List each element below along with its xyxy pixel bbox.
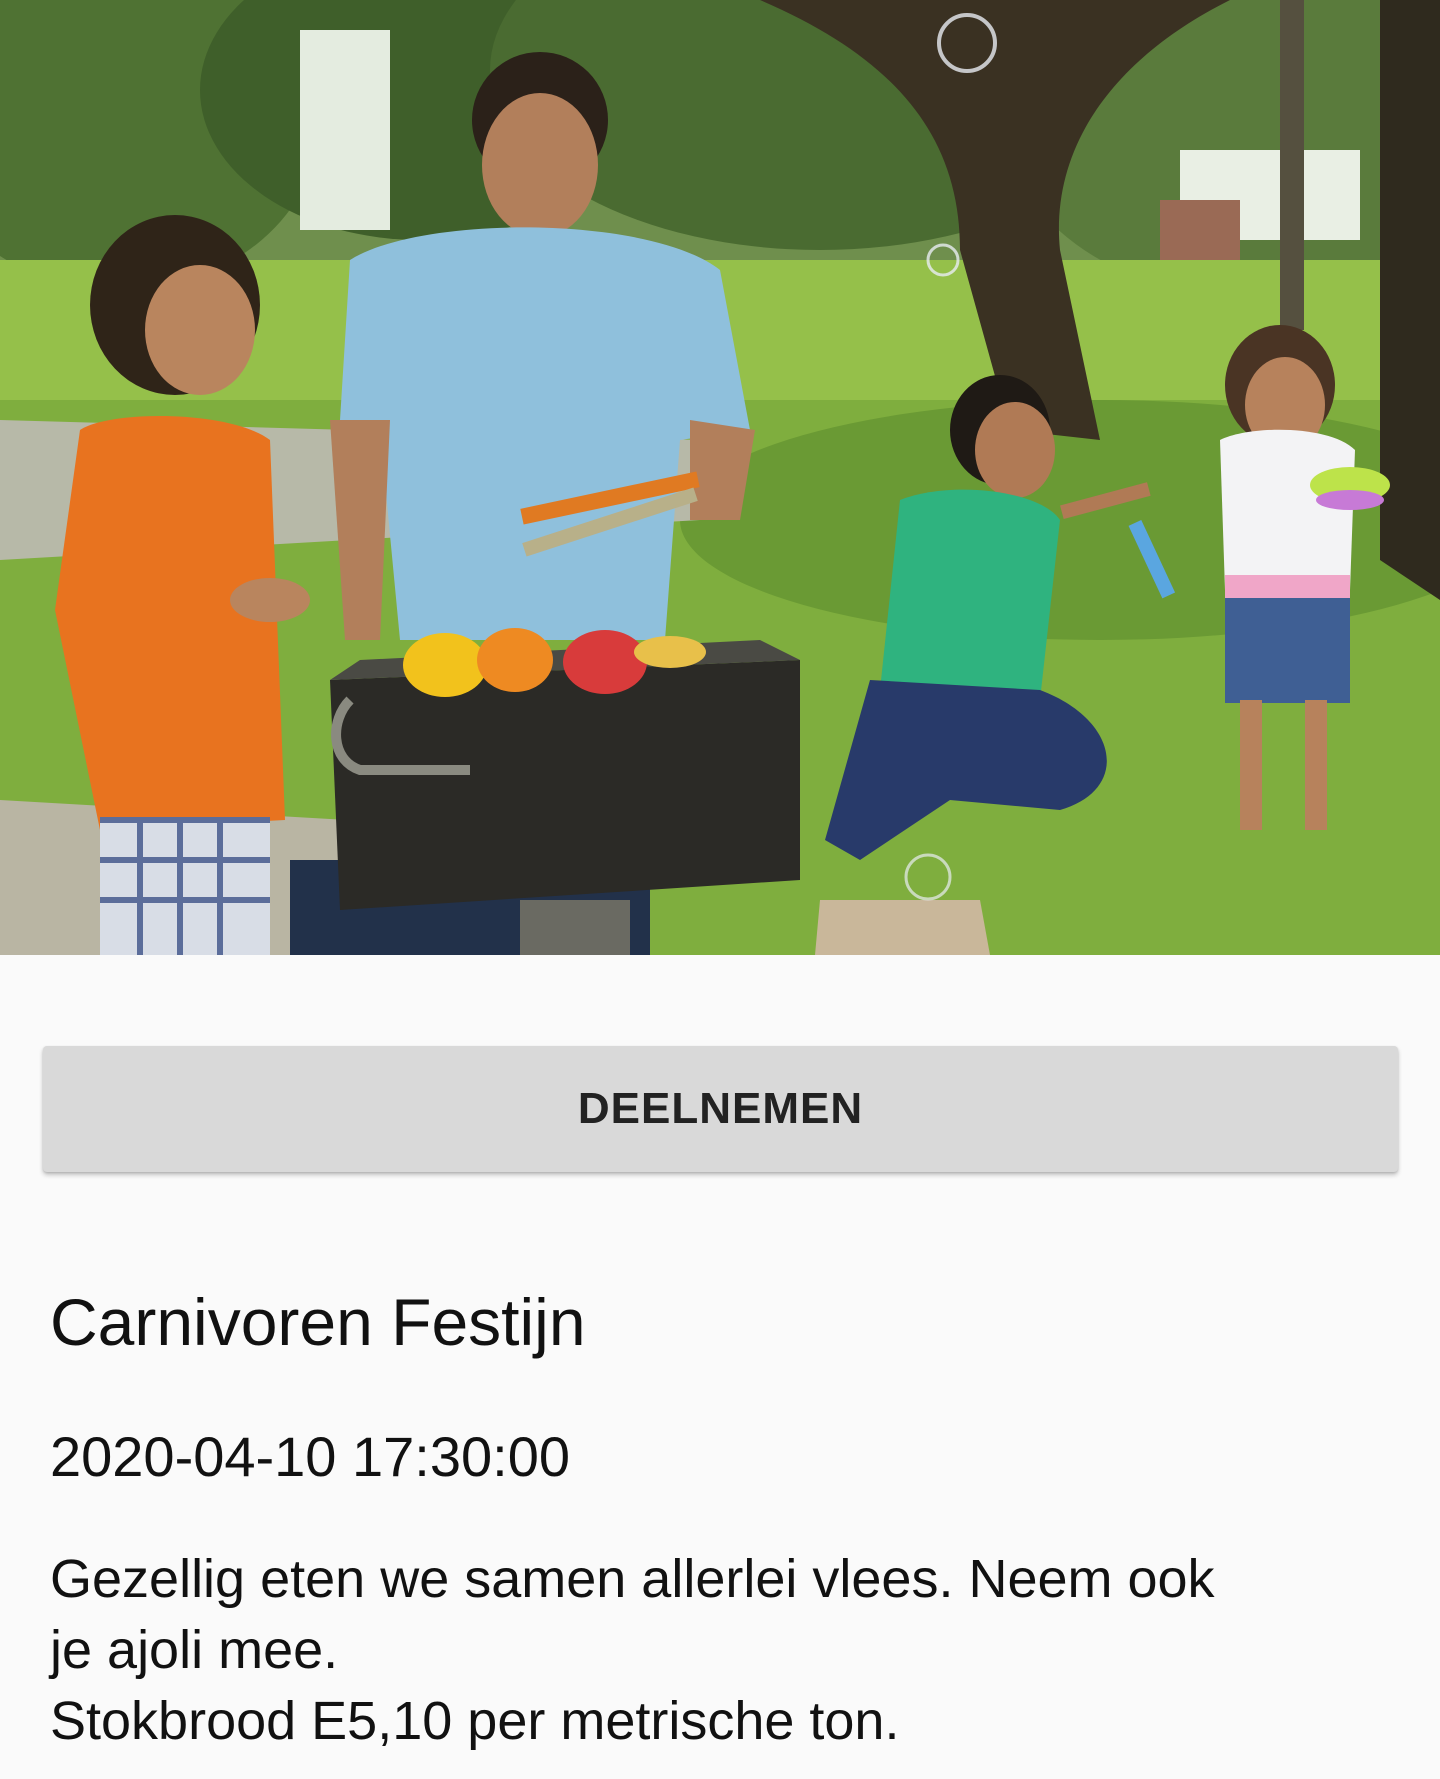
event-title: Carnivoren Festijn <box>50 1285 586 1359</box>
event-description: Gezellig eten we samen allerlei vlees. N… <box>50 1544 1390 1757</box>
event-datetime: 2020-04-10 17:30:00 <box>50 1425 570 1488</box>
description-line: je ajoli mee. <box>50 1620 339 1680</box>
description-line: Gezellig eten we samen allerlei vlees. N… <box>50 1549 1215 1609</box>
description-line: Stokbrood E5,10 per metrische ton. <box>50 1691 900 1751</box>
join-button[interactable]: DEELNEMEN <box>43 1046 1398 1172</box>
event-photo <box>0 0 1440 955</box>
